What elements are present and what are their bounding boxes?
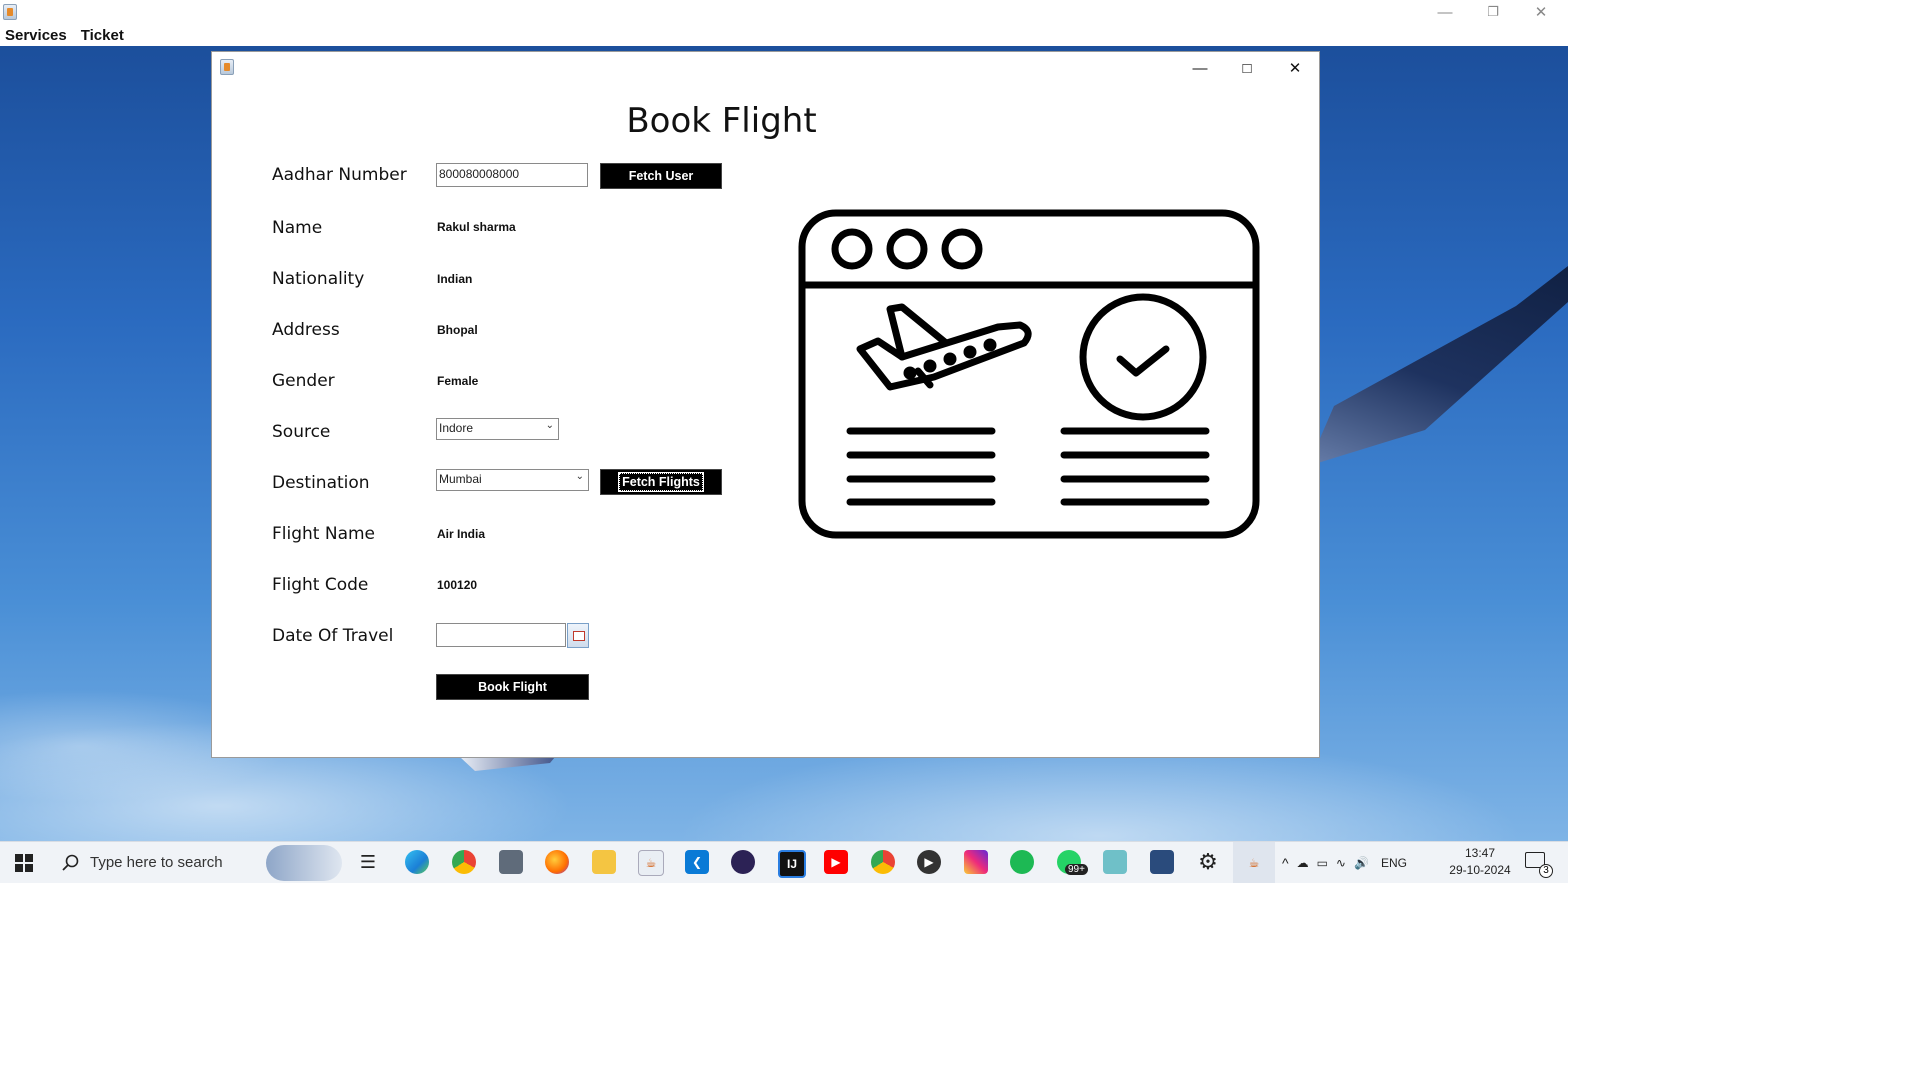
gender-value: Female <box>437 374 479 388</box>
clock-date: 29-10-2024 <box>1449 863 1511 877</box>
book-flight-window: — □ ✕ Book Flight Aadhar Number 80008000… <box>211 51 1320 758</box>
firefox-icon[interactable] <box>545 850 569 874</box>
menu-bar: Services Ticket <box>0 24 1568 46</box>
book-flight-button-label: Book Flight <box>478 680 547 694</box>
gender-label: Gender <box>272 371 335 391</box>
camera-icon[interactable] <box>499 850 523 874</box>
java-icon[interactable]: ☕ <box>638 850 664 876</box>
airplane-icon <box>856 303 1032 391</box>
nationality-label: Nationality <box>272 269 365 289</box>
clock[interactable]: 13:47 29-10-2024 <box>1440 845 1520 879</box>
system-tray: ^ ☁ ▭ ∿ 🔊 ENG <box>1282 842 1407 883</box>
java-app-taskbar-icon[interactable]: ☕ <box>1233 842 1275 883</box>
intellij-icon[interactable]: IJ <box>778 850 806 878</box>
maximize-icon[interactable]: □ <box>1224 56 1270 80</box>
chevron-up-icon[interactable]: ^ <box>1282 855 1289 871</box>
edge-icon[interactable] <box>405 850 429 874</box>
clock-time: 13:47 <box>1464 846 1496 860</box>
chevron-down-icon: ⌄ <box>545 420 554 431</box>
date-of-travel-label: Date Of Travel <box>272 626 394 646</box>
spotify-icon[interactable] <box>1010 850 1034 874</box>
chrome-icon[interactable] <box>871 850 895 874</box>
notepad-icon[interactable] <box>1103 850 1127 874</box>
language-indicator[interactable]: ENG <box>1381 856 1407 870</box>
youtube-icon[interactable]: ▶ <box>824 850 848 874</box>
flight-name-value: Air India <box>437 527 486 541</box>
chrome-icon[interactable] <box>452 850 476 874</box>
text-lines-icon <box>846 427 1210 506</box>
check-circle-icon <box>1079 293 1207 421</box>
search-placeholder: Type here to search <box>90 854 223 871</box>
windows-start-icon[interactable] <box>15 854 33 872</box>
flight-booking-illustration <box>798 209 1260 539</box>
name-label: Name <box>272 218 323 238</box>
wifi-icon[interactable]: ∿ <box>1336 856 1346 870</box>
task-view-icon[interactable]: ☰ <box>356 850 380 874</box>
chevron-down-icon: ⌄ <box>575 471 584 482</box>
outer-title-bar: — ❐ ✕ <box>0 0 1568 24</box>
close-icon[interactable]: ✕ <box>1272 56 1318 80</box>
book-flight-button[interactable]: Book Flight <box>436 674 589 700</box>
aadhar-label: Aadhar Number <box>272 165 407 185</box>
destination-dropdown[interactable]: Mumbai ⌄ <box>436 469 589 491</box>
taskbar-search-box[interactable]: Type here to search <box>50 842 262 883</box>
file-explorer-icon[interactable] <box>592 850 616 874</box>
flight-code-value: 100120 <box>437 578 478 592</box>
aadhar-input[interactable]: 800080008000 <box>436 163 588 187</box>
name-value: Rakul sharma <box>437 220 516 234</box>
flight-name-label: Flight Name <box>272 524 376 544</box>
whatsapp-badge: 99+ <box>1065 864 1088 875</box>
taskbar: Type here to search ☰ ☕ ❮ IJ ▶ ▶ 99+ ⚙ ☕… <box>0 841 1568 883</box>
source-dropdown[interactable]: Indore ⌄ <box>436 418 559 440</box>
date-of-travel-input[interactable] <box>436 623 566 647</box>
airplane-wing-image <box>1308 266 1568 466</box>
battery-icon[interactable]: ▭ <box>1317 856 1328 870</box>
settings-icon[interactable]: ⚙ <box>1196 849 1220 874</box>
media-player-icon[interactable]: ▶ <box>917 850 941 874</box>
eclipse-icon[interactable] <box>731 850 755 874</box>
vscode-icon[interactable]: ❮ <box>685 850 709 874</box>
notification-count: 3 <box>1539 864 1553 878</box>
destination-selected-value: Mumbai <box>439 472 482 486</box>
address-label: Address <box>272 320 340 340</box>
java-app-icon <box>3 4 17 20</box>
onedrive-icon[interactable]: ☁ <box>1297 856 1309 870</box>
menu-ticket[interactable]: Ticket <box>81 27 124 44</box>
network-tool-icon[interactable] <box>1150 850 1174 874</box>
search-highlight-image <box>266 845 342 881</box>
source-label: Source <box>272 422 331 442</box>
java-app-icon <box>220 59 234 75</box>
nationality-value: Indian <box>437 272 473 286</box>
menu-services[interactable]: Services <box>5 27 67 44</box>
fetch-user-button[interactable]: Fetch User <box>600 163 722 189</box>
browser-window-icon <box>798 209 1260 539</box>
close-icon[interactable]: ✕ <box>1518 0 1564 24</box>
address-value: Bhopal <box>437 323 478 337</box>
fetch-user-button-label: Fetch User <box>628 169 694 183</box>
restore-icon[interactable]: ❐ <box>1470 0 1516 24</box>
source-selected-value: Indore <box>439 421 474 435</box>
calendar-icon[interactable] <box>567 623 589 648</box>
flight-code-label: Flight Code <box>272 575 369 595</box>
fetch-flights-button[interactable]: Fetch Flights <box>600 469 722 495</box>
destination-label: Destination <box>272 473 370 493</box>
minimize-icon[interactable]: — <box>1422 0 1468 24</box>
minimize-icon[interactable]: — <box>1177 56 1223 80</box>
search-icon <box>62 854 79 871</box>
page-title: Book Flight <box>626 101 817 141</box>
volume-icon[interactable]: 🔊 <box>1354 856 1369 870</box>
fetch-flights-button-label: Fetch Flights <box>618 472 704 492</box>
instagram-icon[interactable] <box>964 850 988 874</box>
